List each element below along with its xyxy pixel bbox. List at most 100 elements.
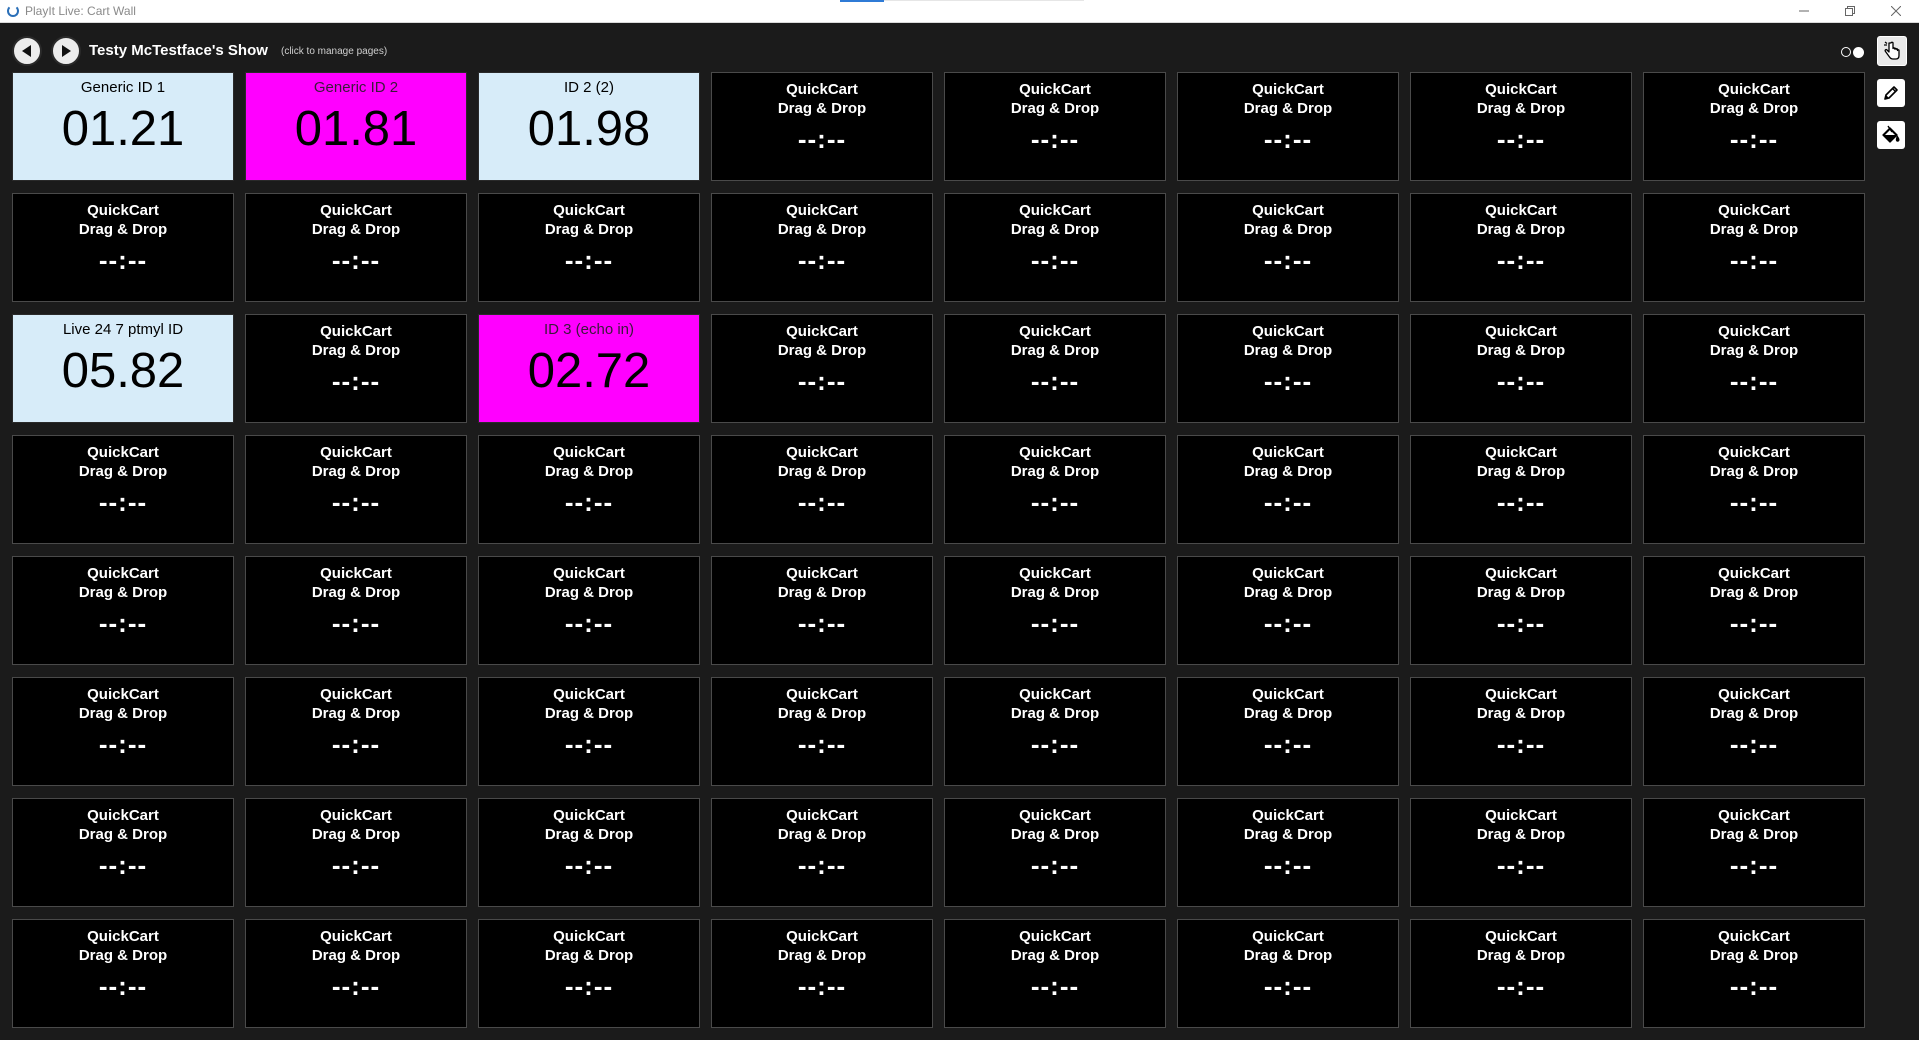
- quickcart-slot[interactable]: QuickCart Drag & Drop --:--: [944, 556, 1166, 665]
- quickcart-slot[interactable]: QuickCart Drag & Drop --:--: [478, 919, 700, 1028]
- quickcart-slot[interactable]: QuickCart Drag & Drop --:--: [1643, 314, 1865, 423]
- quickcart-slot[interactable]: QuickCart Drag & Drop --:--: [711, 919, 933, 1028]
- quickcart-slot[interactable]: QuickCart Drag & Drop --:--: [245, 435, 467, 544]
- drag-drop-label: Drag & Drop: [1476, 705, 1566, 722]
- quickcart-slot[interactable]: QuickCart Drag & Drop --:--: [1177, 798, 1399, 907]
- cart-loaded[interactable]: Live 24 7 ptmyl ID 05.82: [12, 314, 234, 423]
- quickcart-slot[interactable]: QuickCart Drag & Drop --:--: [711, 193, 933, 302]
- quickcart-slot[interactable]: QuickCart Drag & Drop --:--: [1177, 314, 1399, 423]
- drag-drop-label: Drag & Drop: [544, 221, 634, 238]
- minimize-button[interactable]: [1781, 0, 1827, 22]
- quickcart-slot[interactable]: QuickCart Drag & Drop --:--: [1643, 193, 1865, 302]
- cart-loaded[interactable]: ID 2 (2) 01.98: [478, 72, 700, 181]
- empty-duration: --:--: [331, 850, 381, 880]
- quickcart-slot[interactable]: QuickCart Drag & Drop --:--: [1410, 677, 1632, 786]
- quickcart-slot[interactable]: QuickCart Drag & Drop --:--: [478, 556, 700, 665]
- quickcart-slot[interactable]: QuickCart Drag & Drop --:--: [1410, 193, 1632, 302]
- quickcart-slot[interactable]: QuickCart Drag & Drop --:--: [1177, 72, 1399, 181]
- cart-loaded[interactable]: ID 3 (echo in) 02.72: [478, 314, 700, 423]
- quickcart-slot[interactable]: QuickCart Drag & Drop --:--: [711, 556, 933, 665]
- quickcart-slot[interactable]: QuickCart Drag & Drop --:--: [711, 798, 933, 907]
- quickcart-slot[interactable]: QuickCart Drag & Drop --:--: [1643, 556, 1865, 665]
- quickcart-slot[interactable]: QuickCart Drag & Drop --:--: [12, 435, 234, 544]
- color-tool-button[interactable]: [1877, 121, 1905, 149]
- cart-loaded[interactable]: Generic ID 1 01.21: [12, 72, 234, 181]
- drag-drop-label: Drag & Drop: [777, 221, 867, 238]
- quickcart-slot[interactable]: QuickCart Drag & Drop --:--: [245, 919, 467, 1028]
- quickcart-slot[interactable]: QuickCart Drag & Drop --:--: [711, 677, 933, 786]
- quickcart-slot[interactable]: QuickCart Drag & Drop --:--: [12, 556, 234, 665]
- quickcart-slot[interactable]: QuickCart Drag & Drop --:--: [12, 193, 234, 302]
- empty-duration: --:--: [1030, 729, 1080, 759]
- quickcart-slot[interactable]: QuickCart Drag & Drop --:--: [1410, 556, 1632, 665]
- cart-name: Generic ID 2: [313, 79, 399, 96]
- quickcart-slot[interactable]: QuickCart Drag & Drop --:--: [1410, 314, 1632, 423]
- quickcart-slot[interactable]: QuickCart Drag & Drop --:--: [944, 72, 1166, 181]
- quickcart-slot[interactable]: QuickCart Drag & Drop --:--: [944, 798, 1166, 907]
- quickcart-slot[interactable]: QuickCart Drag & Drop --:--: [1410, 798, 1632, 907]
- quickcart-label: QuickCart: [786, 565, 858, 582]
- previous-page-button[interactable]: [12, 36, 42, 66]
- quickcart-slot[interactable]: QuickCart Drag & Drop --:--: [944, 193, 1166, 302]
- quickcart-slot[interactable]: QuickCart Drag & Drop --:--: [1643, 435, 1865, 544]
- quickcart-label: QuickCart: [1252, 928, 1324, 945]
- quickcart-slot[interactable]: QuickCart Drag & Drop --:--: [944, 435, 1166, 544]
- quickcart-slot[interactable]: QuickCart Drag & Drop --:--: [245, 314, 467, 423]
- quickcart-slot[interactable]: QuickCart Drag & Drop --:--: [711, 72, 933, 181]
- quickcart-slot[interactable]: QuickCart Drag & Drop --:--: [1177, 556, 1399, 665]
- quickcart-slot[interactable]: QuickCart Drag & Drop --:--: [1410, 435, 1632, 544]
- quickcart-slot[interactable]: QuickCart Drag & Drop --:--: [245, 556, 467, 665]
- close-button[interactable]: [1873, 0, 1919, 22]
- quickcart-slot[interactable]: QuickCart Drag & Drop --:--: [245, 677, 467, 786]
- cart-duration: 01.81: [294, 102, 418, 156]
- quickcart-slot[interactable]: QuickCart Drag & Drop --:--: [1177, 435, 1399, 544]
- restore-button[interactable]: [1827, 0, 1873, 22]
- drag-drop-label: Drag & Drop: [777, 826, 867, 843]
- quickcart-slot[interactable]: QuickCart Drag & Drop --:--: [1177, 193, 1399, 302]
- quickcart-slot[interactable]: QuickCart Drag & Drop --:--: [1177, 919, 1399, 1028]
- quickcart-slot[interactable]: QuickCart Drag & Drop --:--: [12, 919, 234, 1028]
- drag-drop-label: Drag & Drop: [1243, 342, 1333, 359]
- empty-duration: --:--: [1729, 608, 1779, 638]
- quickcart-label: QuickCart: [786, 202, 858, 219]
- quickcart-slot[interactable]: QuickCart Drag & Drop --:--: [478, 193, 700, 302]
- quickcart-slot[interactable]: QuickCart Drag & Drop --:--: [1410, 72, 1632, 181]
- quickcart-label: QuickCart: [1252, 444, 1324, 461]
- quickcart-slot[interactable]: QuickCart Drag & Drop --:--: [944, 314, 1166, 423]
- quickcart-label: QuickCart: [1252, 81, 1324, 98]
- quickcart-slot[interactable]: QuickCart Drag & Drop --:--: [1177, 677, 1399, 786]
- quickcart-slot[interactable]: QuickCart Drag & Drop --:--: [478, 435, 700, 544]
- quickcart-slot[interactable]: QuickCart Drag & Drop --:--: [944, 919, 1166, 1028]
- show-title[interactable]: Testy McTestface's Show: [89, 42, 268, 59]
- empty-duration: --:--: [1496, 487, 1546, 517]
- quickcart-slot[interactable]: QuickCart Drag & Drop --:--: [1410, 919, 1632, 1028]
- quickcart-label: QuickCart: [553, 202, 625, 219]
- quickcart-slot[interactable]: QuickCart Drag & Drop --:--: [478, 677, 700, 786]
- quickcart-slot[interactable]: QuickCart Drag & Drop --:--: [12, 798, 234, 907]
- quickcart-slot[interactable]: QuickCart Drag & Drop --:--: [245, 193, 467, 302]
- quickcart-label: QuickCart: [1019, 686, 1091, 703]
- quickcart-label: QuickCart: [1252, 323, 1324, 340]
- quickcart-slot[interactable]: QuickCart Drag & Drop --:--: [1643, 677, 1865, 786]
- quickcart-slot[interactable]: QuickCart Drag & Drop --:--: [12, 677, 234, 786]
- drag-drop-label: Drag & Drop: [1010, 947, 1100, 964]
- quickcart-slot[interactable]: QuickCart Drag & Drop --:--: [711, 435, 933, 544]
- quickcart-slot[interactable]: QuickCart Drag & Drop --:--: [944, 677, 1166, 786]
- quickcart-label: QuickCart: [320, 565, 392, 582]
- quickcart-slot[interactable]: QuickCart Drag & Drop --:--: [1643, 798, 1865, 907]
- manage-pages-hint[interactable]: (click to manage pages): [281, 46, 387, 57]
- cart-loaded[interactable]: Generic ID 2 01.81: [245, 72, 467, 181]
- quickcart-slot[interactable]: QuickCart Drag & Drop --:--: [1643, 919, 1865, 1028]
- mode-toggle[interactable]: [1841, 46, 1867, 58]
- quickcart-slot[interactable]: QuickCart Drag & Drop --:--: [1643, 72, 1865, 181]
- quickcart-slot[interactable]: QuickCart Drag & Drop --:--: [711, 314, 933, 423]
- cart-name: Live 24 7 ptmyl ID: [62, 321, 184, 338]
- quickcart-label: QuickCart: [1252, 686, 1324, 703]
- quickcart-slot[interactable]: QuickCart Drag & Drop --:--: [245, 798, 467, 907]
- next-page-button[interactable]: [51, 36, 81, 66]
- quickcart-label: QuickCart: [1485, 807, 1557, 824]
- pointer-tool-button[interactable]: [1877, 36, 1907, 66]
- quickcart-slot[interactable]: QuickCart Drag & Drop --:--: [478, 798, 700, 907]
- edit-tool-button[interactable]: [1877, 79, 1905, 107]
- quickcart-label: QuickCart: [87, 686, 159, 703]
